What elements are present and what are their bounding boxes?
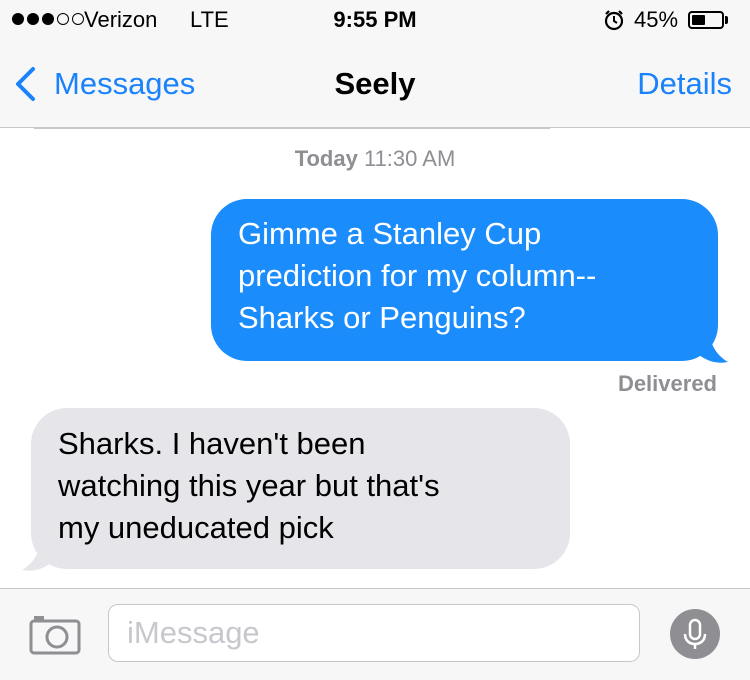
alarm-clock-icon — [604, 10, 624, 31]
conversation-timestamp: Today 11:30 AM — [0, 146, 750, 172]
message-text-line: Gimme a Stanley Cup — [238, 216, 542, 251]
received-bubble-tail — [22, 540, 54, 571]
received-message-bubble[interactable]: Sharks. I haven't been watching this yea… — [31, 408, 570, 569]
status-bar: Verizon LTE 9:55 PM 45% — [0, 0, 750, 40]
battery-level-fill — [692, 15, 705, 25]
nav-divider — [34, 128, 550, 129]
microphone-button[interactable] — [670, 609, 720, 659]
message-text-line: Sharks or Penguins? — [238, 300, 526, 335]
message-text-line: prediction for my column-- — [238, 258, 597, 293]
battery-icon — [688, 11, 724, 29]
delivery-status: Delivered — [617, 371, 717, 396]
details-button[interactable]: Details — [637, 66, 732, 102]
sent-message-bubble[interactable]: Gimme a Stanley Cup prediction for my co… — [211, 199, 718, 361]
message-text-line: my uneducated pick — [58, 510, 334, 545]
camera-icon[interactable] — [29, 612, 81, 656]
imessage-input[interactable] — [108, 604, 640, 662]
timestamp-day: Today — [294, 146, 358, 171]
timestamp-time: 11:30 AM — [363, 146, 456, 171]
message-text-line: watching this year but that's — [58, 468, 440, 503]
navigation-bar: Messages Seely Details — [0, 40, 750, 128]
battery-tip — [725, 16, 728, 24]
microphone-icon — [683, 618, 707, 649]
message-text-line: Sharks. I haven't been — [58, 426, 366, 461]
sent-bubble-tail — [696, 332, 728, 363]
message-input-bar — [0, 588, 750, 680]
battery-percentage: 45% — [634, 7, 679, 32]
